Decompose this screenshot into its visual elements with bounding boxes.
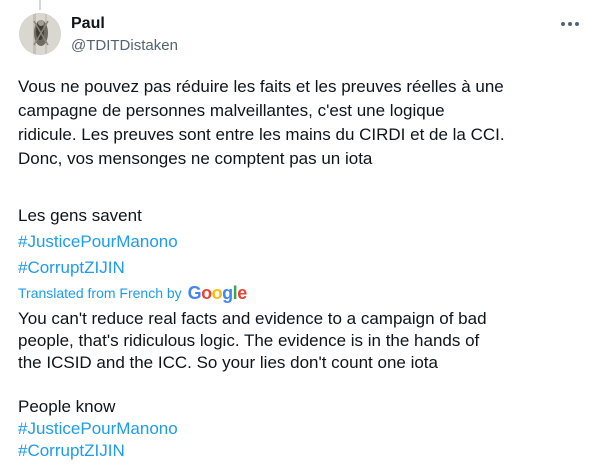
- tweet-text-tail: Les gens savent: [18, 206, 142, 225]
- more-options-button[interactable]: [556, 14, 584, 34]
- hashtag-link[interactable]: #JusticePourManono: [18, 230, 178, 254]
- google-logo-letter: e: [237, 282, 247, 303]
- translation-attribution: Translated from French by G o o g l e: [18, 283, 247, 303]
- google-logo-letter: g: [222, 282, 233, 303]
- translated-text-line: people, that's ridiculous logic. The evi…: [18, 331, 480, 350]
- author-handle[interactable]: @TDITDistaken: [71, 36, 178, 56]
- translated-text-line: the ICSID and the ICC. So your lies don'…: [18, 353, 438, 372]
- more-horizontal-icon: [575, 22, 579, 26]
- translated-text-tail: People know: [18, 397, 116, 416]
- tweet-text-line: ridicule. Les preuves sont entre les mai…: [18, 125, 505, 144]
- translated-text-line: You can't reduce real facts and evidence…: [18, 309, 487, 328]
- tweet-text-line: Vous ne pouvez pas réduire les faits et …: [18, 77, 504, 96]
- google-logo-letter: o: [211, 282, 223, 303]
- google-logo: G o o g l e: [187, 282, 248, 304]
- google-logo-letter: G: [187, 282, 202, 303]
- avatar[interactable]: [19, 13, 61, 55]
- hashtag-link[interactable]: #CorruptZIJIN: [18, 440, 125, 462]
- thread-connector-line: [39, 0, 41, 10]
- more-horizontal-icon: [568, 22, 572, 26]
- tweet-text-line: campagne de personnes malveillantes, c'e…: [18, 101, 445, 120]
- translated-from-label[interactable]: Translated from French by: [18, 285, 182, 301]
- hashtag-link[interactable]: #CorruptZIJIN: [18, 256, 125, 280]
- hashtag-link[interactable]: #JusticePourManono: [18, 418, 178, 440]
- google-logo-letter: o: [201, 282, 212, 303]
- tweet-text-line: Donc, vos mensonges ne comptent pas un i…: [18, 149, 373, 168]
- more-horizontal-icon: [561, 22, 565, 26]
- avatar-photo-icon: [19, 13, 61, 55]
- author-name[interactable]: Paul: [71, 14, 105, 34]
